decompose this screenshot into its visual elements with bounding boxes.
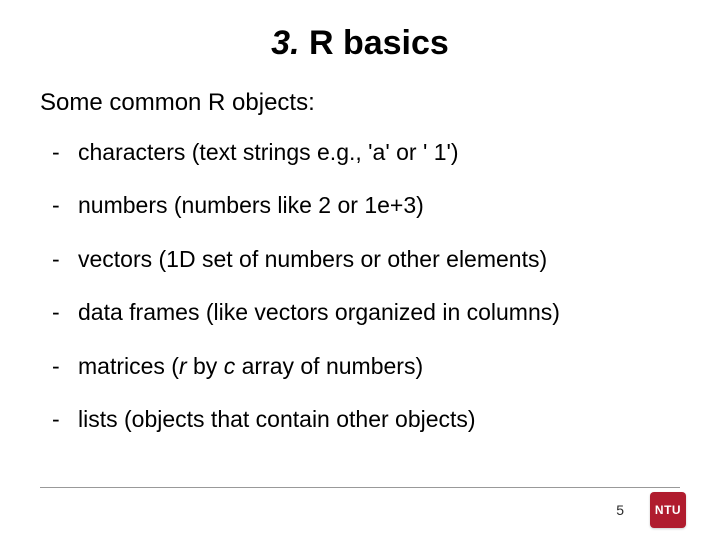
title-text: R basics (300, 24, 449, 62)
list-item: characters (text strings e.g., 'a' or ' … (50, 139, 680, 165)
item-mid: by (187, 353, 224, 379)
bullet-list: characters (text strings e.g., 'a' or ' … (40, 139, 680, 433)
list-item: vectors (1D set of numbers or other elem… (50, 246, 680, 272)
list-item: numbers (numbers like 2 or 1e+3) (50, 192, 680, 218)
item-prefix: matrices ( (78, 353, 179, 379)
page-number: 5 (616, 502, 624, 518)
list-item: matrices (r by c array of numbers) (50, 353, 680, 379)
slide: 3. R basics Some common R objects: chara… (0, 0, 720, 540)
list-item: data frames (like vectors organized in c… (50, 299, 680, 325)
title-number: 3. (271, 24, 299, 62)
item-text: data frames (like vectors organized in c… (78, 299, 560, 325)
item-text: lists (objects that contain other object… (78, 406, 476, 432)
divider (40, 487, 680, 488)
logo-text: NTU (655, 503, 681, 517)
item-text: characters (text strings e.g., 'a' or ' … (78, 139, 459, 165)
item-suffix: array of numbers) (235, 353, 423, 379)
slide-title: 3. R basics (40, 24, 680, 63)
list-item: lists (objects that contain other object… (50, 406, 680, 432)
item-ital: r (179, 353, 187, 379)
item-ital: c (224, 353, 236, 379)
ntu-logo: NTU (650, 492, 686, 528)
subtitle: Some common R objects: (40, 89, 680, 117)
item-text: numbers (numbers like 2 or 1e+3) (78, 192, 424, 218)
item-text: vectors (1D set of numbers or other elem… (78, 246, 547, 272)
